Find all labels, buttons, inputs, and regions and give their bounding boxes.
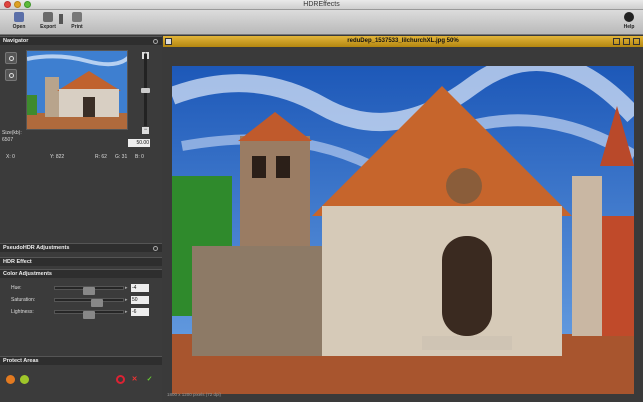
export-dropdown-caret[interactable]	[59, 14, 63, 24]
pseudohdr-header[interactable]: PseudoHDR Adjustments	[0, 243, 162, 252]
church-photo	[172, 66, 634, 394]
open-button[interactable]: Open	[8, 12, 30, 30]
lightness-slider-handle[interactable]	[83, 311, 95, 319]
document-icon	[165, 38, 172, 45]
file-size-info: Size(kb): 6507	[2, 130, 22, 144]
navigator-thumbnail[interactable]	[26, 50, 128, 130]
toolbar: Open Export Print Help	[0, 10, 643, 35]
reset-icon[interactable]	[116, 375, 125, 384]
pseudohdr-title: PseudoHDR Adjustments	[3, 245, 70, 251]
navigator-fit-button[interactable]	[5, 52, 17, 64]
unprotect-brush-icon[interactable]	[20, 375, 29, 384]
lightness-value-field[interactable]: -6	[131, 308, 149, 316]
export-icon	[43, 12, 53, 22]
close-document-button[interactable]	[633, 38, 640, 45]
cursor-y: Y: 822	[50, 154, 65, 160]
print-button[interactable]: Print	[66, 12, 88, 30]
cancel-icon[interactable]: ✕	[130, 375, 139, 384]
window-titlebar: HDREffects	[0, 0, 643, 10]
image-window-titlebar: reduDep_1537533_lilchurchXL.jpg 50%	[163, 36, 643, 47]
image-status: 1800 x 1200 pixels (72 dpi)	[167, 392, 222, 397]
app-title: HDREffects	[303, 1, 340, 8]
lightness-slider[interactable]	[54, 310, 124, 319]
navigator-title: Navigator	[3, 38, 29, 44]
apply-icon[interactable]: ✓	[145, 375, 154, 384]
lightness-label: Lightness:	[11, 309, 34, 315]
maximize-document-button[interactable]	[623, 38, 630, 45]
document-title: reduDep_1537533_lilchurchXL.jpg 50%	[347, 38, 459, 44]
zoom-value-field[interactable]: 50.00	[128, 139, 150, 147]
image-window: reduDep_1537533_lilchurchXL.jpg 50% 1800…	[163, 36, 643, 402]
pixel-blue: B: 0	[135, 154, 144, 160]
file-size-value: 6507	[2, 137, 14, 143]
hue-label: Hue:	[11, 285, 22, 291]
lightness-increase-arrow[interactable]: ▸	[125, 309, 129, 315]
open-folder-icon	[14, 12, 24, 22]
navigator-settings-icon[interactable]	[153, 39, 158, 44]
hdr-effect-header[interactable]: HDR Effect	[0, 257, 162, 266]
saturation-slider[interactable]	[54, 298, 124, 307]
file-size-label: Size(kb):	[2, 130, 22, 136]
help-label: Help	[623, 24, 635, 30]
hue-slider-handle[interactable]	[83, 287, 95, 295]
saturation-slider-handle[interactable]	[91, 299, 103, 307]
saturation-label: Saturation:	[11, 297, 36, 303]
navigator-actual-size-button[interactable]	[5, 69, 17, 81]
saturation-row: Saturation: ◂ ▸ 50	[0, 296, 160, 307]
open-label: Open	[12, 24, 26, 30]
help-icon	[624, 12, 634, 22]
image-canvas[interactable]	[172, 66, 634, 394]
protect-brush-icon[interactable]	[6, 375, 15, 384]
zoom-slider-handle[interactable]	[141, 88, 150, 93]
hue-increase-arrow[interactable]: ▸	[125, 285, 129, 291]
print-label: Print	[71, 24, 83, 30]
zoom-out-button[interactable]: −	[142, 127, 149, 134]
pixel-red: R: 62	[95, 154, 107, 160]
protect-areas-header[interactable]: Protect Areas	[0, 356, 162, 365]
thumbnail-image	[27, 51, 127, 129]
saturation-value-field[interactable]: 50	[131, 296, 149, 304]
cursor-x: X: 0	[6, 154, 15, 160]
hdr-effect-title: HDR Effect	[3, 259, 32, 265]
pseudohdr-settings-icon[interactable]	[153, 246, 158, 251]
hue-value-field[interactable]: -4	[131, 284, 149, 292]
saturation-increase-arrow[interactable]: ▸	[125, 297, 129, 303]
protect-areas-title: Protect Areas	[3, 358, 39, 364]
hue-row: Hue: ◂ ▸ -4	[0, 284, 160, 295]
export-label: Export	[40, 24, 56, 30]
actual-size-icon	[9, 73, 14, 78]
navigator-header: Navigator	[0, 36, 162, 45]
color-adjustments-title: Color Adjustments	[3, 271, 52, 277]
fit-icon	[9, 56, 14, 61]
help-button[interactable]: Help	[618, 12, 640, 30]
hue-slider[interactable]	[54, 286, 124, 295]
minimize-document-button[interactable]	[613, 38, 620, 45]
left-panel: Navigator + − 50.00 Size(kb): 6507 X: 0 …	[0, 36, 162, 402]
export-button[interactable]: Export	[36, 12, 60, 30]
pixel-green: G: 31	[115, 154, 128, 160]
color-adjustments-header[interactable]: Color Adjustments	[0, 269, 162, 278]
printer-icon	[72, 12, 82, 22]
lightness-row: Lightness: ◂ ▸ -6	[0, 308, 160, 319]
